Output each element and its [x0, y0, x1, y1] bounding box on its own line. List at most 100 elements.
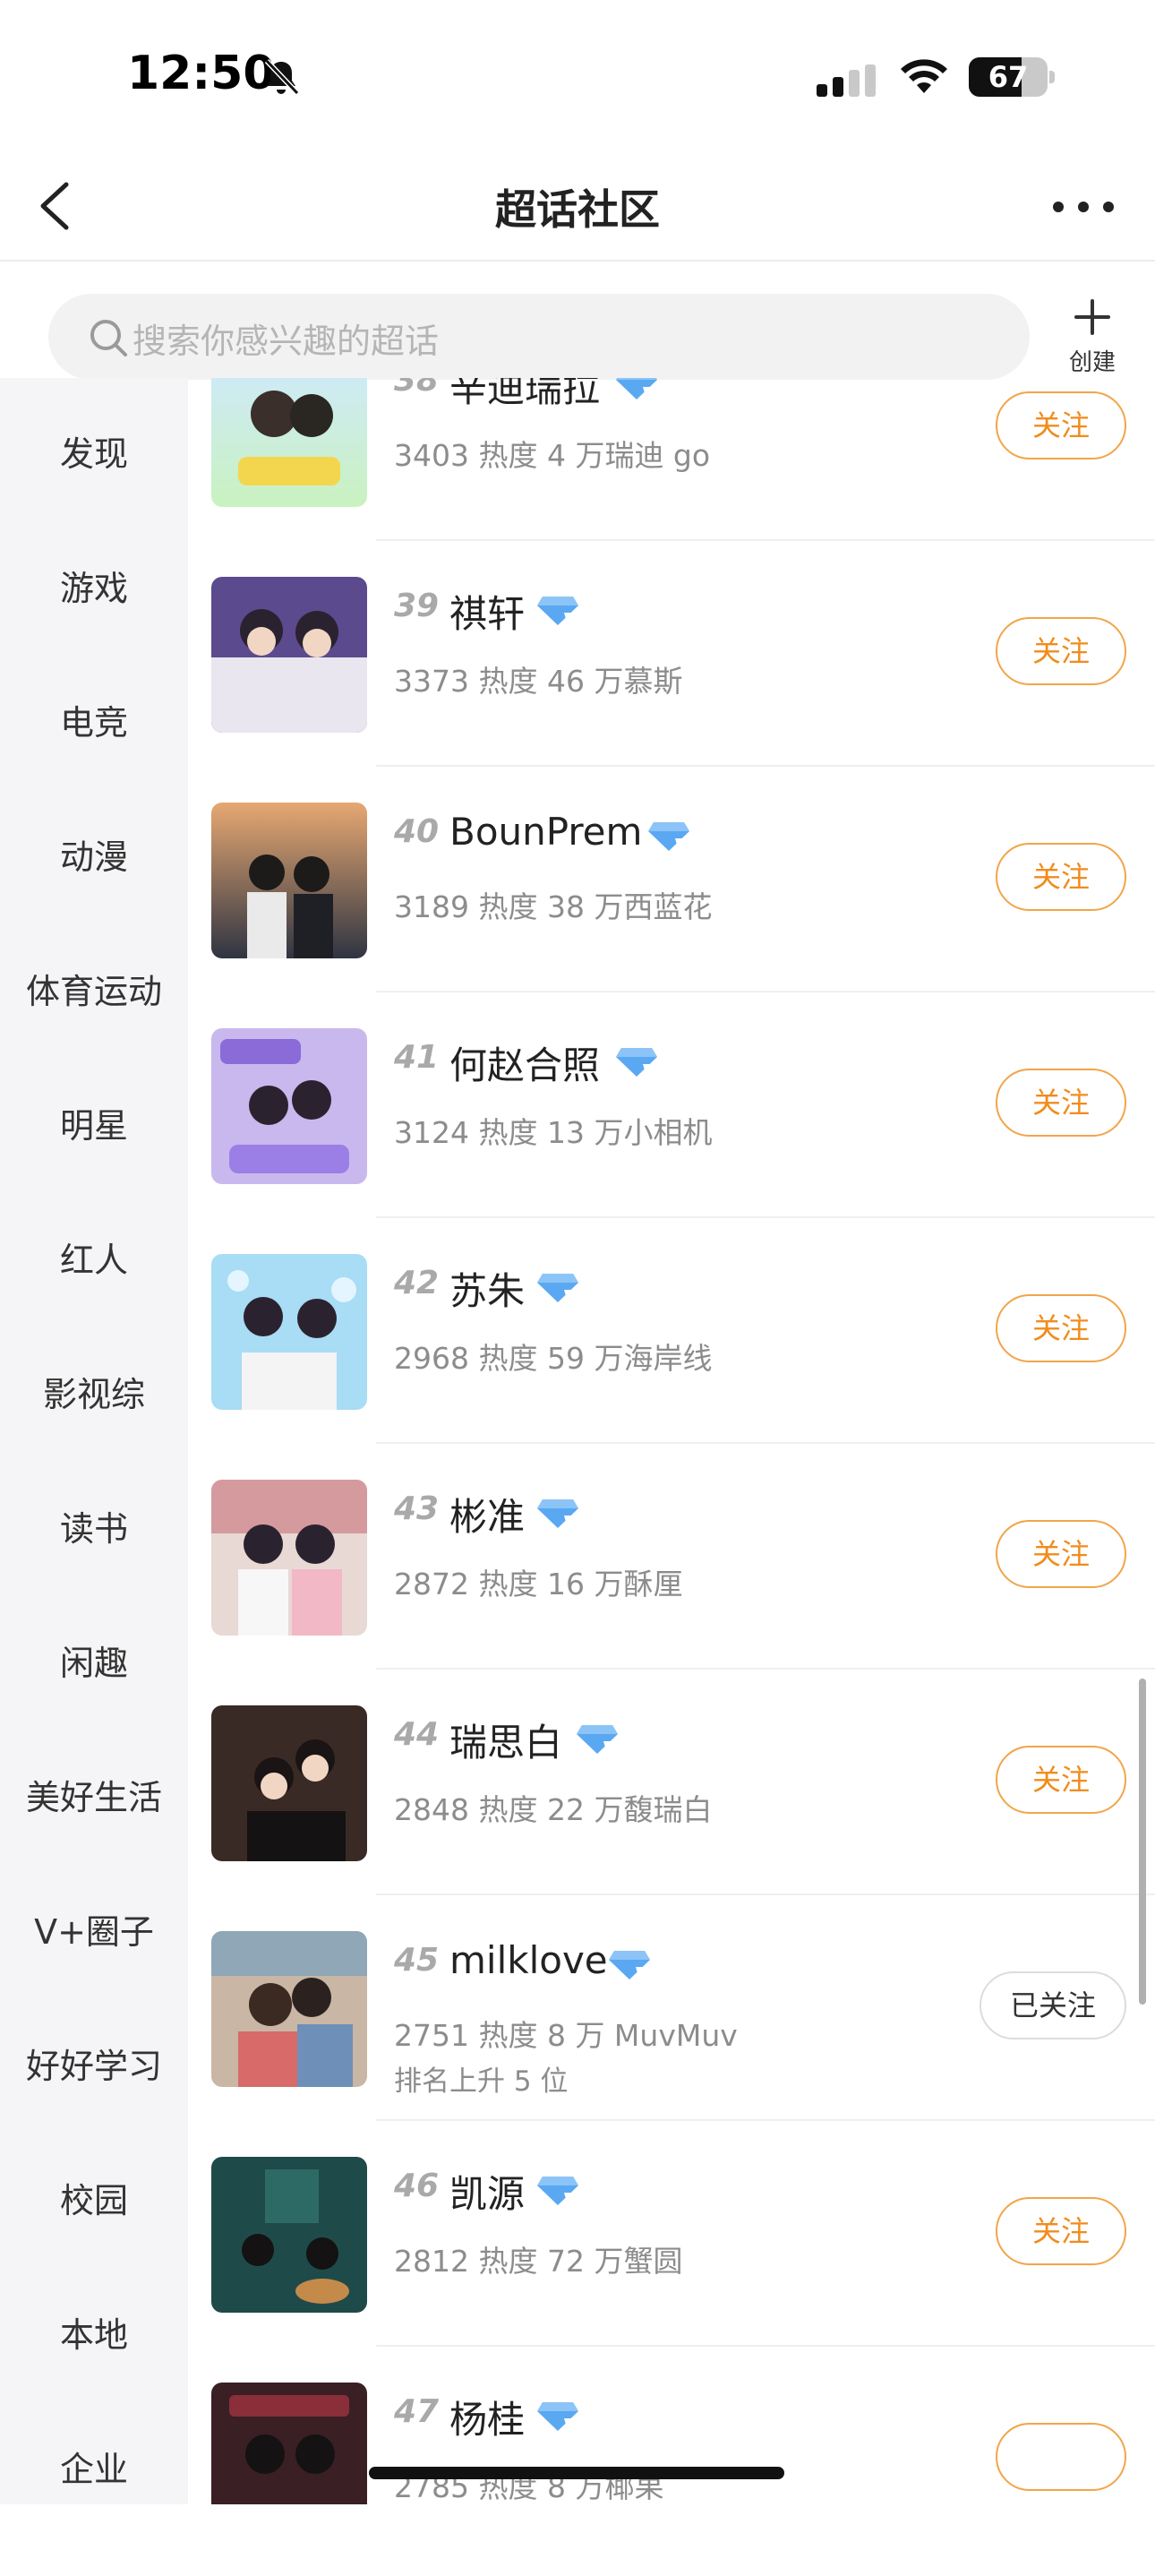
sidebar-item[interactable]: 发现	[0, 426, 188, 561]
rank-number: 45	[394, 1942, 440, 1979]
sidebar-item[interactable]: 明星	[0, 1098, 188, 1232]
sidebar-item-label: 红人	[59, 1241, 128, 1280]
sidebar-item[interactable]: 闲趣	[0, 1636, 188, 1770]
follow-button[interactable]: 关注	[996, 1294, 1126, 1362]
topic-name: 彬准	[449, 1495, 526, 1539]
diamond-badge-icon	[537, 1499, 578, 1528]
topic-meta: 2872 热度 16 万酥厘	[394, 1567, 683, 1601]
follow-button[interactable]: 关注	[996, 1746, 1126, 1814]
rank-number: 44	[394, 1716, 440, 1753]
sidebar-item[interactable]: 读书	[0, 1501, 188, 1636]
cellular-signal-icon	[817, 64, 876, 97]
sidebar-item-label: 校园	[59, 2181, 128, 2220]
topic-thumbnail[interactable]	[211, 378, 367, 507]
topic-name: BounPrem	[449, 810, 643, 854]
topic-name: 凯源	[449, 2172, 526, 2216]
list-item[interactable]: 42 苏朱 2968 热度 59 万海岸线 关注	[188, 1218, 1155, 1444]
follow-button[interactable]: 关注	[996, 843, 1126, 911]
topic-thumbnail[interactable]	[211, 1028, 367, 1184]
topic-thumbnail[interactable]	[211, 2383, 367, 2504]
rank-number: 42	[394, 1265, 440, 1301]
rank-number: 38	[394, 378, 440, 399]
sidebar-item[interactable]: 本地	[0, 2307, 188, 2442]
list-item[interactable]: 40 BounPrem 3189 热度 38 万西蓝花 关注	[188, 767, 1155, 992]
plus-icon	[1074, 299, 1110, 335]
rank-number: 39	[394, 588, 440, 624]
sidebar-item[interactable]: 校园	[0, 2173, 188, 2307]
sidebar-item[interactable]: 影视综	[0, 1367, 188, 1501]
diamond-badge-icon	[537, 1274, 578, 1302]
topic-meta: 3189 热度 38 万西蓝花	[394, 889, 713, 924]
create-button[interactable]: 创建	[1055, 297, 1130, 387]
search-row: 搜索你感兴趣的超话 创建	[0, 262, 1155, 380]
list-item[interactable]: 43 彬准 2872 热度 16 万酥厘 关注	[188, 1444, 1155, 1670]
topic-thumbnail[interactable]	[211, 1931, 367, 2087]
diamond-badge-icon	[577, 1725, 618, 1754]
sidebar-item[interactable]: 好好学习	[0, 2039, 188, 2173]
topic-meta: 2751 热度 8 万 MuvMuv	[394, 2018, 738, 2053]
followed-button[interactable]: 已关注	[980, 1971, 1126, 2039]
sidebar-item[interactable]: V+圈子	[0, 1904, 188, 2039]
diamond-badge-icon	[537, 2402, 578, 2431]
sidebar-item[interactable]: 美好生活	[0, 1770, 188, 1904]
sidebar-item-label: 动漫	[59, 837, 128, 877]
follow-button[interactable]: 关注	[996, 617, 1126, 685]
topic-thumbnail[interactable]	[211, 1705, 367, 1861]
list-item[interactable]: 44 瑞思白 2848 热度 22 万馥瑞白 关注	[188, 1670, 1155, 1895]
diamond-badge-icon	[616, 378, 657, 399]
sidebar-item[interactable]: 体育运动	[0, 964, 188, 1098]
diamond-badge-icon	[616, 1048, 657, 1077]
topic-thumbnail[interactable]	[211, 577, 367, 733]
topic-thumbnail[interactable]	[211, 2157, 367, 2313]
topic-name: 祺轩	[449, 592, 526, 636]
sidebar-item[interactable]: 游戏	[0, 561, 188, 695]
topic-name: 瑞思白	[449, 1721, 563, 1765]
diamond-badge-icon	[648, 822, 689, 851]
sidebar-item-label: 发现	[59, 434, 128, 474]
sidebar-item[interactable]: 红人	[0, 1232, 188, 1367]
scrollbar[interactable]	[1139, 1679, 1146, 2005]
topic-name: milklove	[449, 1938, 608, 1982]
follow-button[interactable]: 关注	[996, 1520, 1126, 1588]
topic-thumbnail[interactable]	[211, 1254, 367, 1410]
list-item[interactable]: 46 凯源 2812 热度 72 万蟹圆 关注	[188, 2121, 1155, 2347]
sidebar-item-label: 游戏	[59, 569, 128, 608]
follow-button[interactable]: 关注	[996, 2197, 1126, 2265]
home-indicator[interactable]	[369, 2467, 784, 2479]
sidebar-item-label: 闲趣	[59, 1644, 128, 1683]
sidebar-item-label: 电竞	[59, 703, 128, 743]
more-options-button[interactable]	[1048, 185, 1119, 229]
status-bar: 12:50 67	[0, 0, 1155, 152]
topic-list: 38 辛迪瑞拉 3403 热度 4 万瑞迪 go 关注 39 祺轩 3373 热…	[188, 378, 1155, 2504]
sidebar-item-label: 明星	[59, 1106, 128, 1146]
follow-button[interactable]: 关注	[996, 391, 1126, 459]
search-input[interactable]: 搜索你感兴趣的超话	[48, 294, 1030, 380]
wifi-icon	[901, 59, 947, 93]
sidebar-item-label: 影视综	[42, 1375, 145, 1414]
search-icon	[90, 320, 127, 356]
follow-button[interactable]: 关注	[996, 1069, 1126, 1137]
follow-button[interactable]	[996, 2423, 1126, 2491]
topic-meta: 2968 热度 59 万海岸线	[394, 1341, 713, 1376]
sidebar-item-label: 企业	[59, 2450, 128, 2489]
list-item[interactable]: 47 杨桂 2785 热度 8 万椰果	[188, 2347, 1155, 2504]
search-placeholder: 搜索你感兴趣的超话	[133, 322, 440, 361]
topic-name: 苏朱	[449, 1269, 526, 1313]
bell-off-icon	[264, 58, 300, 96]
topic-meta: 2848 热度 22 万馥瑞白	[394, 1792, 713, 1827]
list-item[interactable]: 45 milklove 2751 热度 8 万 MuvMuv 排名上升 5 位 …	[188, 1895, 1155, 2121]
sidebar-item[interactable]: 企业	[0, 2442, 188, 2576]
rank-number: 47	[394, 2393, 440, 2430]
sidebar-item[interactable]: 动漫	[0, 829, 188, 964]
list-item[interactable]: 41 何赵合照 3124 热度 13 万小相机 关注	[188, 992, 1155, 1218]
page-title: 超话社区	[495, 185, 660, 234]
list-item[interactable]: 38 辛迪瑞拉 3403 热度 4 万瑞迪 go 关注	[188, 378, 1155, 541]
sidebar-item-label: 读书	[59, 1509, 128, 1549]
sidebar-item-label: 美好生活	[25, 1778, 162, 1817]
topic-thumbnail[interactable]	[211, 803, 367, 958]
topic-thumbnail[interactable]	[211, 1480, 367, 1636]
diamond-badge-icon	[609, 1951, 650, 1979]
diamond-badge-icon	[537, 2177, 578, 2205]
sidebar-item[interactable]: 电竞	[0, 695, 188, 829]
list-item[interactable]: 39 祺轩 3373 热度 46 万慕斯 关注	[188, 541, 1155, 767]
